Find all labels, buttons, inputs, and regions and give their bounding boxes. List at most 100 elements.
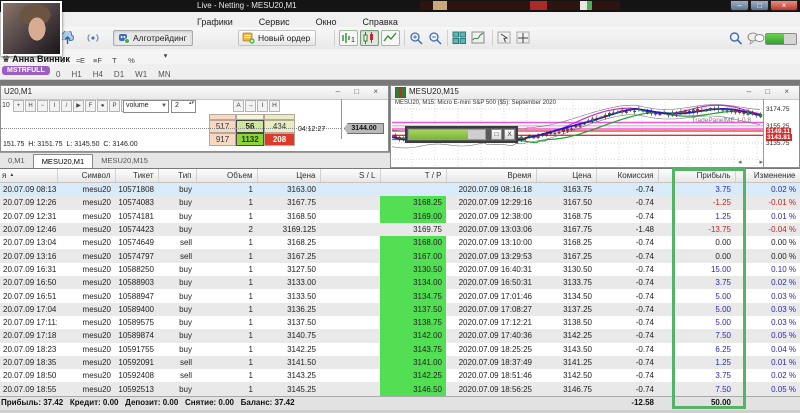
cell-price2[interactable]: 3138.50 bbox=[536, 316, 596, 329]
cell-price[interactable]: 3140.75 bbox=[257, 329, 320, 342]
history-row[interactable]: 20.07.09 17:04:..mesu2010589400buy13136.… bbox=[0, 303, 800, 316]
chart-minimize-button[interactable]: – bbox=[336, 87, 346, 96]
history-row[interactable]: 20.07.09 12:31:..mesu2010574181buy13168.… bbox=[0, 210, 800, 223]
cell-price2[interactable]: 3167.50 bbox=[536, 196, 596, 209]
column-header[interactable]: я▲ bbox=[0, 169, 57, 183]
cell-price[interactable]: 3127.50 bbox=[257, 263, 320, 276]
cell-sym[interactable]: mesu20 bbox=[57, 316, 115, 329]
cell-comm[interactable]: -0.74 bbox=[596, 329, 658, 342]
cell-sl[interactable] bbox=[320, 183, 380, 197]
cell-price2[interactable]: 3142.50 bbox=[536, 369, 596, 382]
cell-comm[interactable]: -0.74 bbox=[596, 276, 658, 289]
cell-ticket[interactable]: 10574649 bbox=[115, 236, 158, 249]
column-header[interactable]: Символ bbox=[57, 169, 115, 183]
chart-title-bar[interactable]: MESU20,M15 – □ × bbox=[391, 86, 799, 100]
cell-type[interactable]: buy bbox=[158, 329, 196, 342]
dom-mode-button[interactable]: I bbox=[257, 100, 268, 112]
cell-t1[interactable]: 20.07.09 08:13:.. bbox=[0, 183, 57, 197]
chart-tool-button[interactable]: H bbox=[25, 100, 36, 112]
cell-profit[interactable]: 3.75 bbox=[658, 276, 735, 289]
algotrading-button[interactable]: Алготрейдинг bbox=[113, 30, 193, 46]
cell-price[interactable]: 3167.75 bbox=[257, 196, 320, 209]
cell-price[interactable]: 3169.125 bbox=[257, 223, 320, 236]
cell-profit[interactable]: 1.25 bbox=[658, 210, 735, 223]
cell-comm[interactable]: -0.74 bbox=[596, 356, 658, 369]
cell-t2[interactable]: 2020.07.09 17:12:21 bbox=[446, 316, 536, 329]
cell-price[interactable]: 3167.25 bbox=[257, 249, 320, 262]
cell-profit[interactable]: 3.75 bbox=[658, 369, 735, 382]
cell-sym[interactable]: mesu20 bbox=[57, 276, 115, 289]
cell-t1[interactable]: 20.07.09 18:50:.. bbox=[0, 369, 57, 382]
cell-t1[interactable]: 20.07.09 17:04:.. bbox=[0, 303, 57, 316]
chart-title-bar[interactable]: U20,M1 – □ × bbox=[1, 86, 388, 100]
cell-sl[interactable] bbox=[320, 276, 380, 289]
ladder-cell[interactable]: 1132 bbox=[236, 133, 264, 146]
cell-comm[interactable]: -0.74 bbox=[596, 263, 658, 276]
timeframe-button[interactable]: H1 bbox=[71, 67, 81, 82]
column-header[interactable]: Цена bbox=[257, 169, 320, 183]
cell-tp[interactable]: 3134.75 bbox=[380, 289, 446, 302]
candlestick-mode-button[interactable] bbox=[360, 30, 379, 46]
chart-tool-button[interactable]: − bbox=[37, 100, 48, 112]
cell-price[interactable]: 3168.50 bbox=[257, 210, 320, 223]
cell-t2[interactable]: 2020.07.09 18:51:46 bbox=[446, 369, 536, 382]
cell-sym[interactable]: mesu20 bbox=[57, 382, 115, 395]
cell-price[interactable]: 3141.50 bbox=[257, 356, 320, 369]
cell-profit[interactable]: 15.00 bbox=[658, 263, 735, 276]
cell-t2[interactable]: 2020.07.09 08:16:18 bbox=[446, 183, 536, 197]
cell-ticket[interactable]: 10591755 bbox=[115, 343, 158, 356]
cell-change[interactable]: 0.03 % bbox=[735, 316, 800, 329]
progress-close-button[interactable]: X bbox=[504, 129, 515, 140]
cell-tp[interactable]: 3130.50 bbox=[380, 263, 446, 276]
cell-change[interactable]: 0.00 % bbox=[735, 249, 800, 262]
cell-t2[interactable]: 2020.07.09 13:29:53 bbox=[446, 249, 536, 262]
history-row[interactable]: 20.07.09 18:23:..mesu2010591755buy13142.… bbox=[0, 343, 800, 356]
cell-comm[interactable]: -0.74 bbox=[596, 316, 658, 329]
cell-change[interactable]: -0.04 % bbox=[735, 223, 800, 236]
cell-comm[interactable]: -0.74 bbox=[596, 183, 658, 197]
cell-sym[interactable]: mesu20 bbox=[57, 196, 115, 209]
cell-ticket[interactable]: 10589575 bbox=[115, 316, 158, 329]
cell-price2[interactable]: 3134.50 bbox=[536, 289, 596, 302]
cell-type[interactable]: buy bbox=[158, 210, 196, 223]
cell-price2[interactable]: 3167.25 bbox=[536, 249, 596, 262]
cell-sym[interactable]: mesu20 bbox=[57, 236, 115, 249]
cell-profit[interactable]: 5.00 bbox=[658, 289, 735, 302]
upload-icon[interactable] bbox=[60, 31, 75, 45]
cell-ticket[interactable]: 10592513 bbox=[115, 382, 158, 395]
cell-sl[interactable] bbox=[320, 236, 380, 249]
cell-t2[interactable]: 2020.07.09 12:29:16 bbox=[446, 196, 536, 209]
tab-mesu20-m1[interactable]: MESU20,M1 bbox=[33, 154, 94, 168]
cell-comm[interactable]: -0.74 bbox=[596, 249, 658, 262]
history-row[interactable]: 20.07.09 16:31:..mesu2010588250buy13127.… bbox=[0, 263, 800, 276]
cell-t1[interactable]: 20.07.09 12:46:.. bbox=[0, 223, 57, 236]
chart-close-button[interactable]: × bbox=[373, 87, 384, 96]
cell-type[interactable]: buy bbox=[158, 303, 196, 316]
cell-type[interactable]: buy bbox=[158, 316, 196, 329]
timeframe-button[interactable]: D1 bbox=[114, 67, 124, 82]
cell-vol[interactable]: 1 bbox=[196, 236, 257, 249]
cell-tp[interactable]: 3141.00 bbox=[380, 356, 446, 369]
chart-tool-button[interactable]: ● bbox=[97, 100, 108, 112]
progress-restore-button[interactable]: □ bbox=[491, 129, 502, 140]
dom-mode-button[interactable]: H bbox=[269, 100, 280, 112]
chart-tool-button[interactable]: ▶ bbox=[73, 100, 84, 112]
cell-type[interactable]: buy bbox=[158, 289, 196, 302]
cell-ticket[interactable]: 10589874 bbox=[115, 329, 158, 342]
cell-t1[interactable]: 20.07.09 16:31:.. bbox=[0, 263, 57, 276]
cell-ticket[interactable]: 10592408 bbox=[115, 369, 158, 382]
cell-type[interactable]: buy bbox=[158, 223, 196, 236]
cell-profit[interactable]: -13.75 bbox=[658, 223, 735, 236]
cell-tp[interactable]: 3168.25 bbox=[380, 196, 446, 209]
cell-comm[interactable]: -0.74 bbox=[596, 236, 658, 249]
cell-tp[interactable]: 3142.00 bbox=[380, 329, 446, 342]
cell-ticket[interactable]: 10588250 bbox=[115, 263, 158, 276]
cell-price2[interactable]: 3142.25 bbox=[536, 329, 596, 342]
timeframe-button[interactable]: MN bbox=[158, 67, 170, 82]
cell-sym[interactable]: mesu20 bbox=[57, 249, 115, 262]
cell-tp[interactable]: 3142.25 bbox=[380, 369, 446, 382]
history-row[interactable]: 20.07.09 08:13:..mesu2010571808buy13163.… bbox=[0, 183, 800, 197]
indicators-icon[interactable] bbox=[471, 31, 486, 45]
cell-t2[interactable]: 2020.07.09 17:08:27 bbox=[446, 303, 536, 316]
chart-plot-area[interactable]: MESU20, M15: Micro E-mini S&P 500 ($5): … bbox=[392, 99, 763, 167]
